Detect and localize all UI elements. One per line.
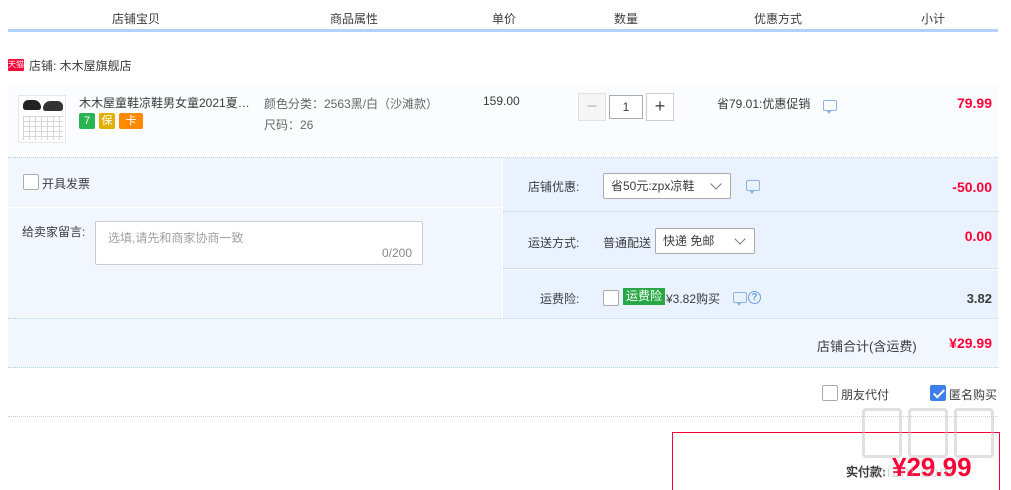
sandal-image-left <box>23 100 41 110</box>
item-size-property: 尺码：26 <box>264 118 314 132</box>
size-chart-image <box>23 116 63 140</box>
tmall-icon: 天猫 <box>8 59 24 71</box>
quantity-input[interactable]: 1 <box>609 95 643 119</box>
sandal-image-right <box>43 101 63 111</box>
watermark-glyph <box>862 408 902 458</box>
discount-info-icon[interactable] <box>746 180 760 194</box>
header-col-subtotal: 小计 <box>920 12 945 26</box>
insurance-info-icon[interactable] <box>733 292 747 306</box>
quantity-increase-button[interactable]: + <box>646 93 674 121</box>
invoice-checkbox[interactable] <box>23 174 39 190</box>
insurance-price: ¥3.82购买 <box>666 292 721 306</box>
header-col-quantity: 数量 <box>613 12 638 26</box>
shop-discount-select[interactable]: 省50元:zpx凉鞋 <box>603 173 731 199</box>
shipping-amount: 0.00 <box>964 228 992 244</box>
shop-discount-value: 省50元:zpx凉鞋 <box>611 179 695 193</box>
memo-char-count: 0/200 <box>381 246 412 260</box>
insurance-badge: 运费险 <box>623 288 666 305</box>
shop-discount-label: 店铺优惠: <box>528 180 580 194</box>
promotion-text: 省79.01:优惠促销 <box>717 97 811 111</box>
chevron-down-icon <box>710 178 722 190</box>
header-col-properties: 商品属性 <box>329 12 378 26</box>
insurance-checkbox[interactable] <box>603 290 619 306</box>
help-icon[interactable]: ? <box>748 291 761 304</box>
order-table-header: 店铺宝贝 商品属性 单价 数量 优惠方式 小计 <box>8 0 998 32</box>
quantity-decrease-button[interactable]: − <box>578 93 606 121</box>
insurance-amount: 3.82 <box>966 291 992 306</box>
insurance-label: 运费险: <box>540 292 580 306</box>
header-col-unit-price: 单价 <box>491 12 516 26</box>
anonymous-label: 匿名购买 <box>949 388 998 402</box>
credit-card-icon[interactable]: 卡 <box>119 113 143 129</box>
item-color-property: 颜色分类：2563黑/白（沙滩款） <box>264 97 439 111</box>
promo-info-icon[interactable] <box>823 100 837 114</box>
anonymous-checkbox[interactable] <box>930 385 946 401</box>
friend-pay-label: 朋友代付 <box>841 388 890 402</box>
shop-total-value: ¥29.99 <box>949 335 992 351</box>
shop-total-label: 店铺合计(含运费) <box>817 339 917 354</box>
seven-day-return-icon[interactable]: 7 <box>79 113 95 129</box>
seller-memo-textarea[interactable]: 选填,请先和商家协商一致 0/200 <box>95 221 423 265</box>
shipping-value: 快递 免邮 <box>663 234 715 248</box>
shop-name-link[interactable]: 店铺: 木木屋旗舰店 <box>29 57 132 74</box>
product-thumbnail[interactable] <box>18 95 66 143</box>
header-col-shop-item: 店铺宝贝 <box>111 12 160 26</box>
unit-price: 159.00 <box>483 94 520 108</box>
shipping-select[interactable]: 快递 免邮 <box>655 228 755 254</box>
seller-memo-label: 给卖家留言: <box>22 225 86 239</box>
shipping-label: 运送方式: <box>528 236 580 250</box>
item-subtotal: 79.99 <box>956 95 992 111</box>
product-title-link[interactable]: 木木屋童鞋凉鞋男女童2021夏季新款 <box>79 94 257 111</box>
watermark-glyph <box>954 408 994 458</box>
chevron-down-icon <box>734 233 746 245</box>
header-col-discount: 优惠方式 <box>753 12 802 26</box>
invoice-label: 开具发票 <box>42 177 91 191</box>
memo-placeholder: 选填,请先和商家协商一致 <box>108 231 244 245</box>
watermark-text: zhizhi.com <box>868 464 954 481</box>
shipping-method: 普通配送 <box>603 236 652 250</box>
watermark-logo: zhizhi.com <box>862 408 1002 490</box>
section-divider <box>8 416 998 417</box>
quality-guarantee-icon[interactable]: 保 <box>99 113 115 129</box>
friend-pay-checkbox[interactable] <box>822 385 838 401</box>
shop-discount-amount: -50.00 <box>952 179 992 195</box>
watermark-glyph <box>908 408 948 458</box>
